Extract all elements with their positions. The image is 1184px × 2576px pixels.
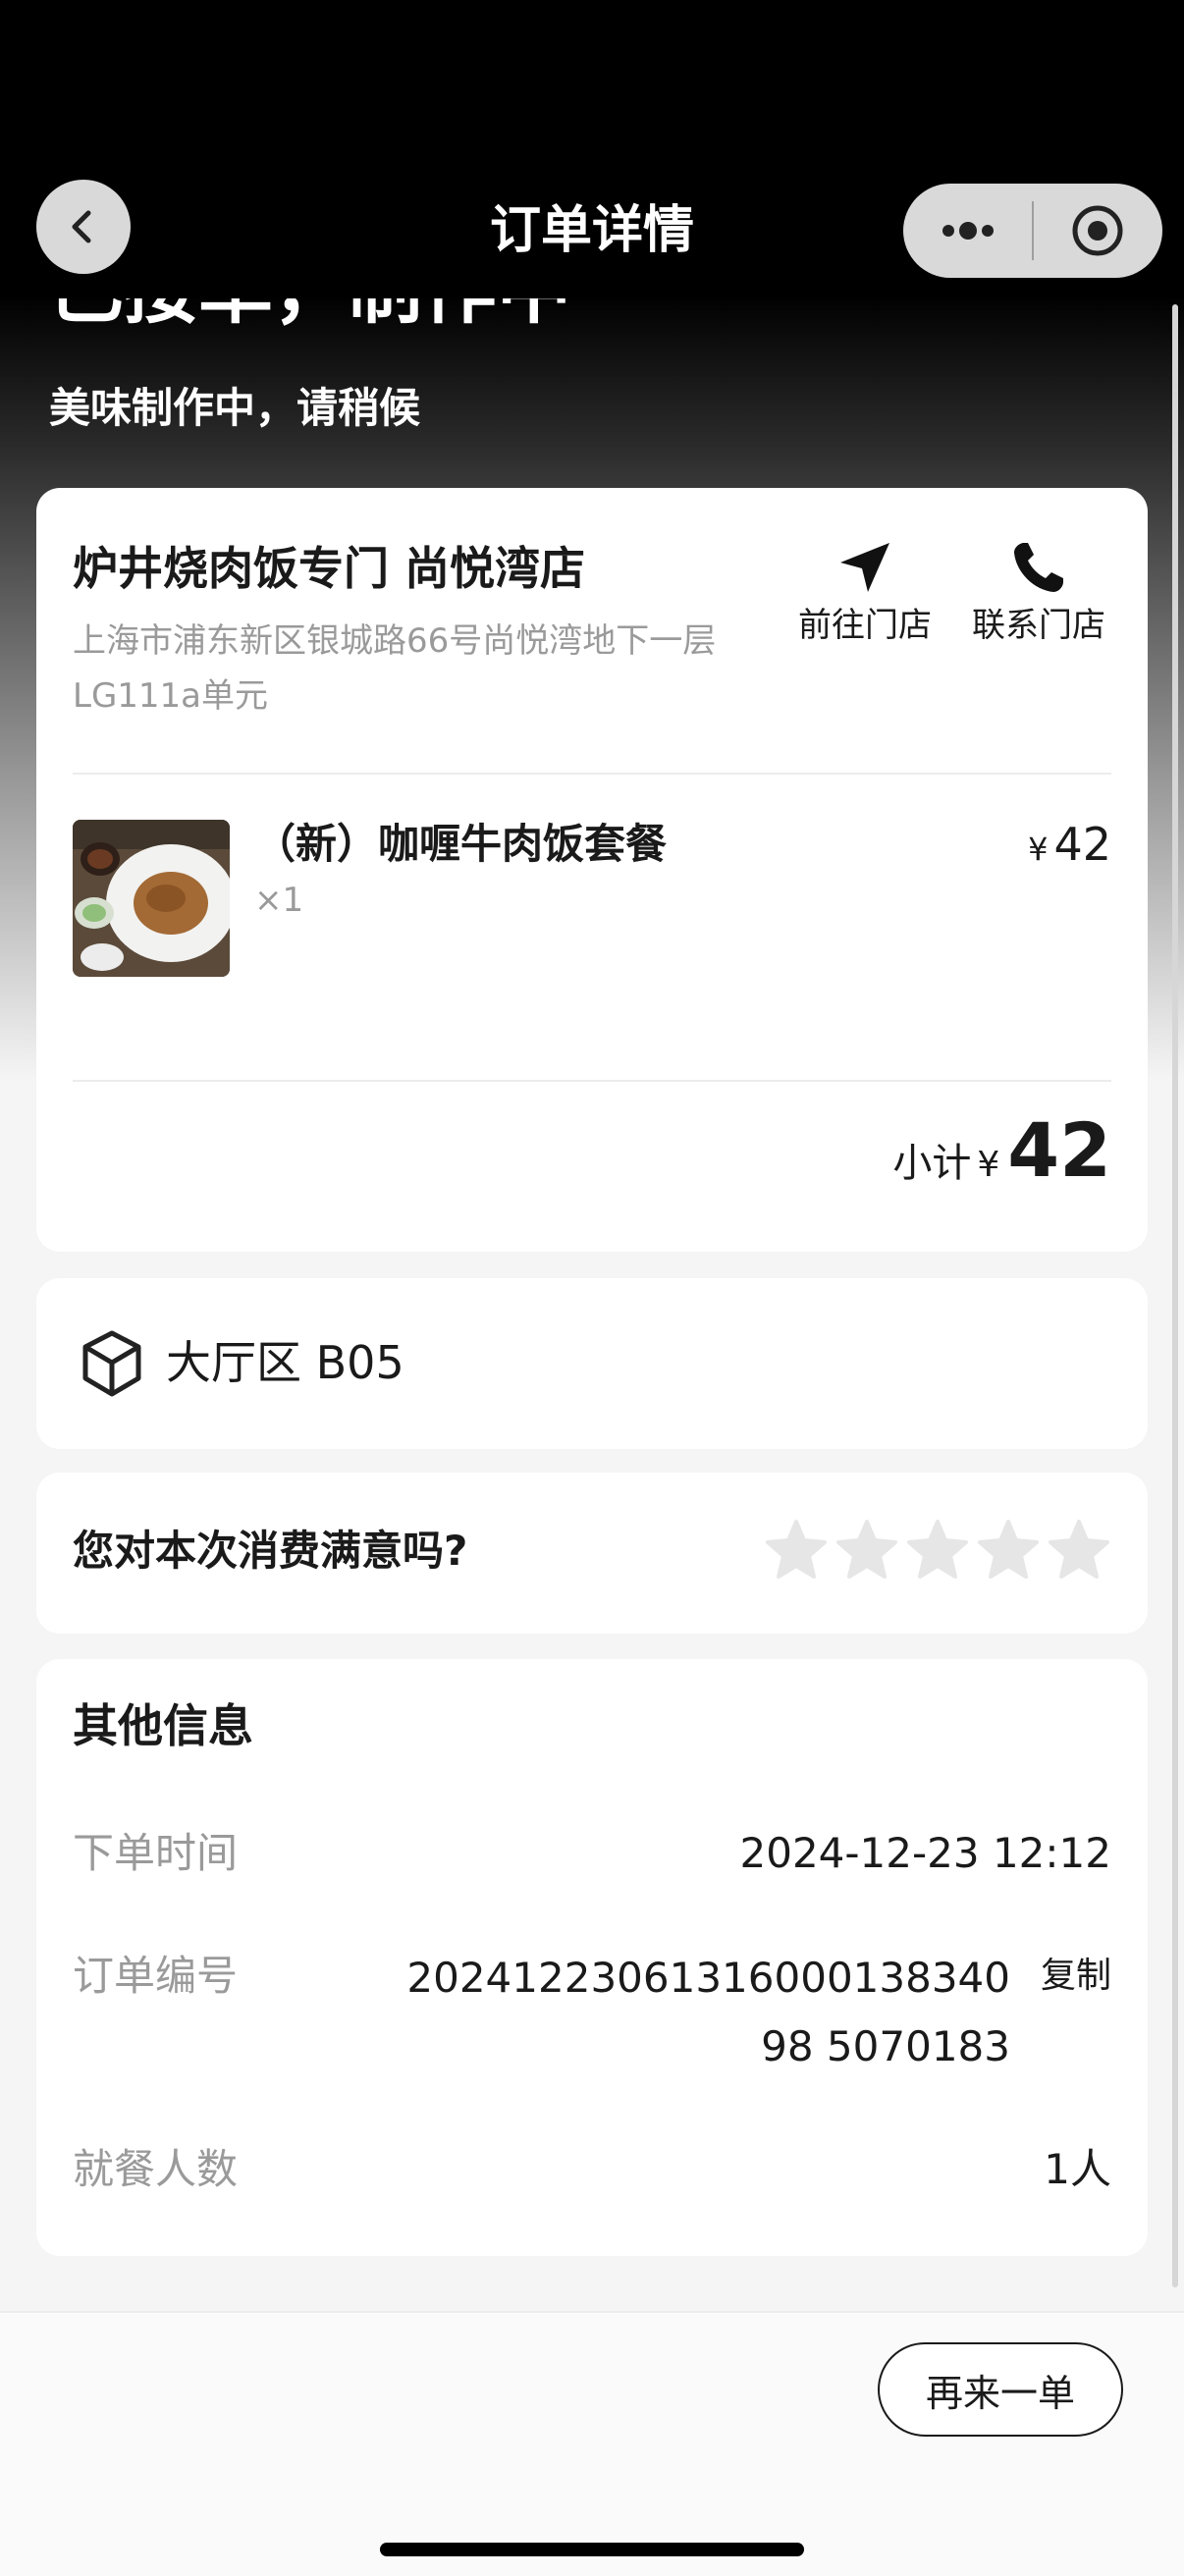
table-card: 大厅区 B05 [36, 1278, 1148, 1449]
diners-label: 就餐人数 [73, 2145, 239, 2193]
star-icon[interactable] [976, 1518, 1041, 1583]
close-mini-program-button[interactable] [1034, 184, 1162, 278]
reorder-button[interactable]: 再来一单 [878, 2342, 1123, 2437]
order-number-value: 2024122306131600013834098 5070183 [406, 1954, 1010, 2070]
order-item-quantity: ×1 [254, 881, 304, 920]
order-time-value: 2024-12-23 12:12 [739, 1829, 1111, 1877]
navigation-bar: 订单详情 [0, 0, 1184, 298]
dish-image [73, 820, 230, 977]
bottom-action-bar: 再来一单 [0, 2311, 1184, 2576]
subtotal-label: 小计 [892, 1141, 972, 1186]
contact-label: 联系门店 [972, 606, 1105, 645]
phone-icon [1014, 543, 1063, 592]
shop-address: 上海市浦东新区银城路66号尚悦湾地下一层LG111a单元 [73, 621, 717, 716]
info-title: 其他信息 [73, 1699, 253, 1752]
order-item-price: ¥42 [1028, 815, 1111, 879]
box-icon [82, 1330, 141, 1397]
table-number: 大厅区 B05 [166, 1336, 404, 1389]
shop-name: 炉井烧肉饭专门 尚悦湾店 [73, 542, 586, 595]
currency-symbol: ¥ [1028, 831, 1049, 868]
copy-order-number-button[interactable]: 复制 [1041, 1947, 1111, 2006]
navigate-label: 前往门店 [798, 606, 932, 645]
more-dots-icon [942, 222, 994, 240]
currency-symbol: ¥ [977, 1145, 1000, 1185]
star-icon[interactable] [905, 1518, 970, 1583]
contact-store-button[interactable]: 联系门店 [960, 533, 1117, 649]
rating-question: 您对本次消费满意吗? [73, 1527, 468, 1575]
star-icon[interactable] [834, 1518, 899, 1583]
navigation-arrow-icon [840, 543, 889, 592]
scrollbar[interactable] [1172, 304, 1178, 2287]
divider [73, 1080, 1111, 1082]
subtotal: 小计 ¥ 42 [892, 1106, 1111, 1195]
rating-card: 您对本次消费满意吗? [36, 1473, 1148, 1634]
order-card: 炉井烧肉饭专门 尚悦湾店 上海市浦东新区银城路66号尚悦湾地下一层LG111a单… [36, 488, 1148, 1252]
order-number-label: 订单编号 [73, 1952, 239, 2000]
other-info-card: 其他信息 下单时间 2024-12-23 12:12 订单编号 20241223… [36, 1659, 1148, 2256]
star-icon[interactable] [1047, 1518, 1111, 1583]
mini-program-capsule [903, 184, 1162, 278]
more-button[interactable] [903, 184, 1032, 278]
order-time-label: 下单时间 [73, 1829, 239, 1877]
order-item-name: （新）咖喱牛肉饭套餐 [254, 820, 668, 868]
target-close-icon [1072, 205, 1123, 256]
navigate-to-store-button[interactable]: 前往门店 [786, 533, 943, 649]
subtotal-amount: 42 [1007, 1106, 1111, 1194]
star-icon[interactable] [764, 1518, 829, 1583]
divider [73, 773, 1111, 775]
price-value: 42 [1053, 818, 1111, 871]
star-rating [764, 1518, 1111, 1583]
order-status-subtitle: 美味制作中，请稍候 [49, 384, 421, 432]
diners-value: 1人 [1044, 2145, 1111, 2193]
home-indicator [380, 2543, 804, 2556]
